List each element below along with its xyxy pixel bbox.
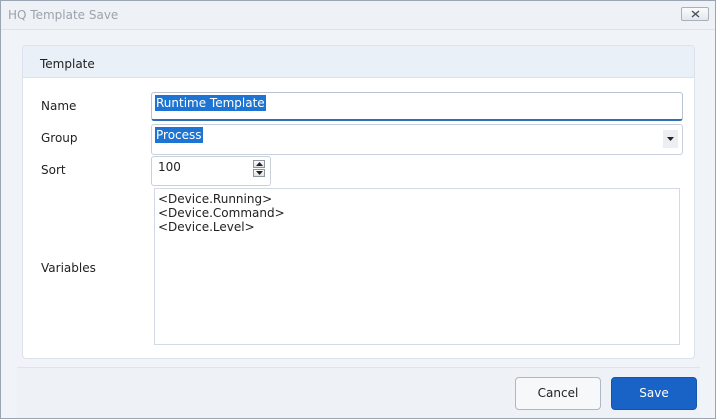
group-select-value: Process [155, 127, 203, 143]
spin-down-button[interactable] [253, 169, 265, 177]
spin-down-icon [256, 171, 263, 175]
chevron-down-icon [667, 137, 674, 141]
name-input[interactable]: Runtime Template [151, 92, 683, 121]
variable-line: <Device.Running> [158, 192, 273, 206]
close-button[interactable] [681, 7, 709, 21]
name-label: Name [41, 99, 77, 113]
group-select[interactable]: Process [151, 124, 683, 155]
panel-title: Template [40, 57, 95, 71]
sort-stepper[interactable]: 100 [151, 156, 271, 186]
sort-value: 100 [158, 160, 181, 174]
panel-header: Template [23, 46, 694, 78]
title-bar: HQ Template Save [1, 1, 715, 30]
close-icon [691, 10, 700, 18]
group-dropdown-button[interactable] [663, 130, 678, 148]
dialog-window: HQ Template Save Template Name Runtime T… [0, 0, 716, 419]
variables-label: Variables [41, 261, 96, 275]
sort-label: Sort [41, 163, 66, 177]
name-input-value: Runtime Template [155, 95, 266, 111]
spin-up-button[interactable] [253, 160, 265, 168]
window-title: HQ Template Save [8, 8, 119, 22]
spin-up-icon [256, 162, 263, 166]
variables-textarea[interactable]: <Device.Running> <Device.Command> <Devic… [154, 188, 680, 345]
variable-line: <Device.Command> [158, 206, 285, 220]
cancel-button[interactable]: Cancel [515, 377, 601, 410]
variable-line: <Device.Level> [158, 220, 255, 234]
save-button[interactable]: Save [611, 377, 697, 410]
group-label: Group [41, 131, 78, 145]
